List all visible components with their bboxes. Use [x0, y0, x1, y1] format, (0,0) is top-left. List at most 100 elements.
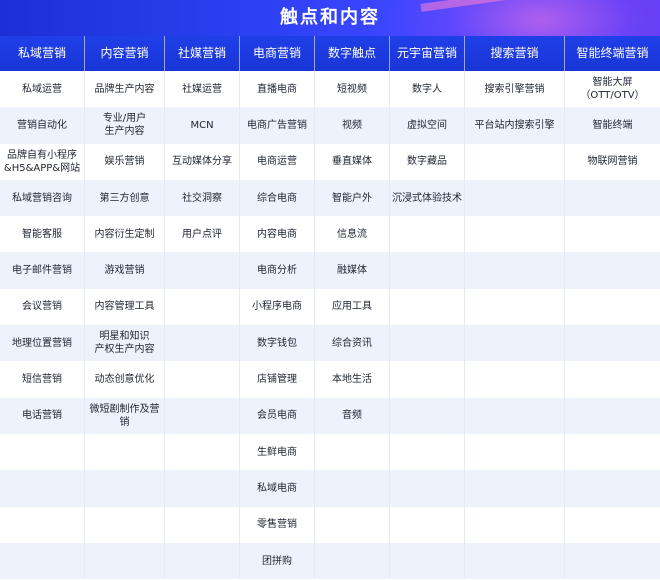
- table-cell: [465, 506, 565, 543]
- table-cell: [0, 433, 85, 471]
- column-header: 社媒营销: [165, 36, 240, 71]
- table-cell: [390, 397, 465, 434]
- table-cell: [165, 252, 240, 289]
- table-cell: 智能大屏 （OTT/OTV）: [565, 71, 660, 108]
- table-cell: [565, 179, 660, 217]
- table-cell: 智能终端: [565, 107, 660, 144]
- table-cell: 娱乐营销: [85, 143, 165, 180]
- table-cell: [85, 542, 165, 580]
- table-cell: 平台站内搜索引擎: [465, 107, 565, 144]
- table-cell: 短视频: [315, 71, 390, 108]
- page: 触点和内容 私域营销 内容营销 社媒营销 电商营销 数字触点 元宇宙营销 搜索营销 智能终端营…: [0, 0, 660, 580]
- table-cell: 内容电商: [240, 216, 315, 253]
- table-cell: [390, 361, 465, 398]
- table-cell: [0, 506, 85, 543]
- table-cell: [565, 470, 660, 507]
- table-cell: [85, 433, 165, 471]
- table-cell: [390, 542, 465, 580]
- table-cell: 动态创意优化: [85, 361, 165, 398]
- table-cell: 会员电商: [240, 397, 315, 434]
- table-cell: 内容衍生定制: [85, 216, 165, 253]
- table-cell: 生鲜电商: [240, 433, 315, 471]
- table-cell: [465, 216, 565, 253]
- table-cell: 会议营销: [0, 288, 85, 326]
- table-cell: [465, 325, 565, 362]
- table-cell: 数字钱包: [240, 325, 315, 362]
- table-cell: 电商运营: [240, 143, 315, 180]
- table-cell: [315, 470, 390, 507]
- table-cell: 物联网营销: [565, 143, 660, 180]
- table-cell: 音频: [315, 397, 390, 434]
- table-cell: 互动媒体分享: [165, 143, 240, 180]
- table-cell: 综合资讯: [315, 325, 390, 362]
- table-cell: 智能客服: [0, 216, 85, 253]
- table-cell: [165, 542, 240, 580]
- table-cell: [390, 506, 465, 543]
- column-header: 电商营销: [240, 36, 315, 71]
- table-cell: 第三方创意: [85, 179, 165, 217]
- table-cell: [465, 252, 565, 289]
- table-cell: 沉浸式体验技术: [390, 179, 465, 217]
- table-column: 短视频 视频 垂直媒体 智能户外 信息流 融媒体 应用工具 综合资讯 本地生活 音频: [315, 71, 390, 580]
- table-cell: [165, 470, 240, 507]
- table-cell: [165, 288, 240, 326]
- table-body: 私域运营 营销自动化 品牌自有小程序 &H5&APP&网站 私域营销咨询 智能客服 电子邮…: [0, 71, 660, 580]
- table-cell: [315, 542, 390, 580]
- table-cell: [565, 397, 660, 434]
- table-cell: 零售营销: [240, 506, 315, 543]
- table-column: 品牌生产内容 专业/用户 生产内容 娱乐营销 第三方创意 内容衍生定制 游戏营销 内容管理工…: [85, 71, 165, 580]
- table-cell: [565, 252, 660, 289]
- table-cell: 电话营销: [0, 397, 85, 434]
- table-cell: 微短剧制作及营销: [85, 397, 165, 434]
- table-cell: 店铺管理: [240, 361, 315, 398]
- table-cell: 综合电商: [240, 179, 315, 217]
- table-cell: 社媒运营: [165, 71, 240, 108]
- table-cell: [465, 542, 565, 580]
- table-cell: 电商广告营销: [240, 107, 315, 144]
- table-cell: 品牌自有小程序 &H5&APP&网站: [0, 143, 85, 180]
- column-header: 私域营销: [0, 36, 85, 71]
- table-cell: 应用工具: [315, 288, 390, 326]
- table-cell: 垂直媒体: [315, 143, 390, 180]
- table-cell: [465, 397, 565, 434]
- table-header: 私域营销 内容营销 社媒营销 电商营销 数字触点 元宇宙营销 搜索营销 智能终端营销: [0, 36, 660, 71]
- table-cell: [0, 542, 85, 580]
- table-cell: 小程序电商: [240, 288, 315, 326]
- table-cell: 营销自动化: [0, 107, 85, 144]
- table-cell: 数字人: [390, 71, 465, 108]
- table-cell: [165, 397, 240, 434]
- table-column: 直播电商 电商广告营销 电商运营 综合电商 内容电商 电商分析 小程序电商 数字钱包 店铺管理会…: [240, 71, 315, 580]
- table-cell: [565, 325, 660, 362]
- column-header: 智能终端营销: [576, 46, 649, 60]
- table-cell: [85, 470, 165, 507]
- table-cell: [315, 506, 390, 543]
- table-cell: 游戏营销: [85, 252, 165, 289]
- table-cell: [465, 361, 565, 398]
- table-cell: [315, 433, 390, 471]
- column-header: 元宇宙营销: [390, 36, 465, 71]
- table-cell: 地理位置营销: [0, 325, 85, 362]
- table-column: 数字人 虚拟空间 数字藏品 沉浸式体验技术: [390, 71, 465, 580]
- table-cell: 品牌生产内容: [85, 71, 165, 108]
- column-header: 搜索营销: [465, 36, 565, 71]
- table-cell: [565, 542, 660, 580]
- table-cell: [390, 325, 465, 362]
- table-cell: MCN: [165, 107, 240, 144]
- table-cell: [565, 361, 660, 398]
- table-cell: 信息流: [315, 216, 390, 253]
- table-cell: 融媒体: [315, 252, 390, 289]
- page-title: 触点和内容: [280, 7, 380, 28]
- table-cell: [565, 216, 660, 253]
- table-cell: 虚拟空间: [390, 107, 465, 144]
- table-cell: [165, 361, 240, 398]
- table-cell: 私域电商: [240, 470, 315, 507]
- table-column: 搜索引擎营销 平台站内搜索引擎: [465, 71, 565, 580]
- table-cell: [390, 252, 465, 289]
- table-cell: [165, 506, 240, 543]
- title-banner: 触点和内容: [0, 0, 660, 36]
- table-cell: 本地生活: [315, 361, 390, 398]
- table-cell: 明星和知识 产权生产内容: [85, 325, 165, 362]
- table-cell: 数字藏品: [390, 143, 465, 180]
- table-cell: [465, 288, 565, 326]
- table-cell: 直播电商: [240, 71, 315, 108]
